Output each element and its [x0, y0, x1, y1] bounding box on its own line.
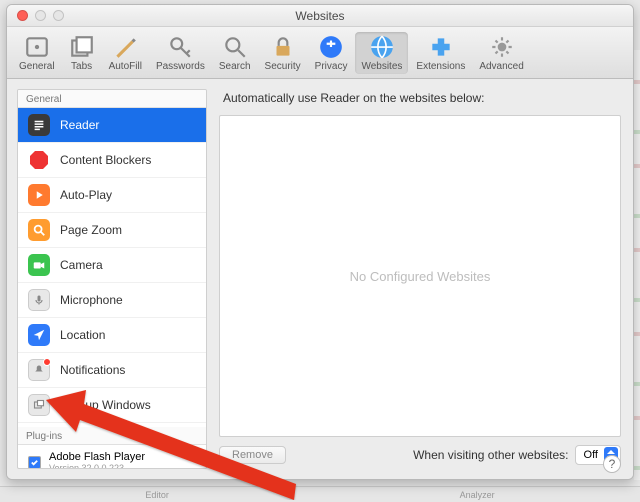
sidebar-item-label: Auto-Play: [60, 188, 112, 202]
sidebar-item-label: Page Zoom: [60, 223, 122, 237]
autofill-icon: [112, 34, 138, 60]
stop-icon: [28, 149, 50, 171]
plugin-name: Adobe Flash Player: [49, 451, 145, 463]
tab-label: Websites: [361, 61, 402, 72]
tab-label: Search: [219, 61, 251, 72]
security-icon: [270, 34, 296, 60]
tab-tabs[interactable]: Tabs: [63, 32, 101, 74]
tab-autofill[interactable]: AutoFill: [103, 32, 148, 74]
popup-icon: [28, 394, 50, 416]
camera-icon: [28, 254, 50, 276]
websites-icon: [369, 34, 395, 60]
tab-label: Security: [265, 61, 301, 72]
passwords-icon: [167, 34, 193, 60]
sidebar-item-autoplay[interactable]: Auto-Play: [18, 178, 206, 213]
main-pane: Automatically use Reader on the websites…: [217, 89, 623, 469]
reader-icon: [28, 114, 50, 136]
plugin-checkbox[interactable]: [28, 456, 41, 469]
advanced-icon: [489, 34, 515, 60]
sidebar-item-camera[interactable]: Camera: [18, 248, 206, 283]
sidebar-item-microphone[interactable]: Microphone: [18, 283, 206, 318]
tab-label: Tabs: [71, 61, 92, 72]
tab-label: AutoFill: [109, 61, 142, 72]
sidebar: General Reader Content Blockers Auto-Pla…: [17, 89, 207, 469]
tab-label: Privacy: [315, 61, 348, 72]
sidebar-item-label: Notifications: [60, 363, 125, 377]
preferences-window: Websites General Tabs AutoFill Passwords…: [6, 4, 634, 480]
search-icon: [222, 34, 248, 60]
sidebar-item-popup[interactable]: Pop-up Windows: [18, 388, 206, 423]
plugin-row-flash[interactable]: Adobe Flash Player Version 32.0.0.223: [18, 445, 206, 469]
tab-privacy[interactable]: Privacy: [309, 32, 354, 74]
plugin-version: Version 32.0.0.223: [49, 463, 145, 469]
footer-row: Remove When visiting other websites: Off: [219, 445, 621, 469]
sidebar-item-label: Camera: [60, 258, 103, 272]
remove-button[interactable]: Remove: [219, 446, 286, 464]
help-icon: ?: [609, 457, 616, 471]
tab-label: Advanced: [479, 61, 523, 72]
sidebar-item-label: Content Blockers: [60, 153, 151, 167]
background-footer: Editor Analyzer: [0, 486, 640, 502]
tab-general[interactable]: General: [13, 32, 61, 74]
sidebar-item-reader[interactable]: Reader: [18, 108, 206, 143]
tab-label: Extensions: [416, 61, 465, 72]
section-plugins-label: Plug-ins: [18, 427, 206, 445]
sidebar-item-page-zoom[interactable]: Page Zoom: [18, 213, 206, 248]
tab-label: Passwords: [156, 61, 205, 72]
bell-icon: [28, 359, 50, 381]
websites-list[interactable]: No Configured Websites: [219, 115, 621, 437]
background-decor: [634, 50, 640, 480]
bg-label-l: Editor: [145, 490, 169, 500]
main-heading: Automatically use Reader on the websites…: [219, 89, 621, 107]
sidebar-item-location[interactable]: Location: [18, 318, 206, 353]
tab-search[interactable]: Search: [213, 32, 257, 74]
tab-passwords[interactable]: Passwords: [150, 32, 211, 74]
visiting-label: When visiting other websites:: [413, 448, 568, 462]
zoom-page-icon: [28, 219, 50, 241]
tab-extensions[interactable]: Extensions: [410, 32, 471, 74]
tabs-icon: [69, 34, 95, 60]
sidebar-item-label: Pop-up Windows: [60, 398, 151, 412]
extensions-icon: [428, 34, 454, 60]
sidebar-item-label: Reader: [60, 118, 99, 132]
location-icon: [28, 324, 50, 346]
microphone-icon: [28, 289, 50, 311]
sidebar-item-content-blockers[interactable]: Content Blockers: [18, 143, 206, 178]
select-value: Off: [584, 449, 598, 461]
titlebar: Websites: [7, 5, 633, 27]
sidebar-item-label: Location: [60, 328, 105, 342]
plugin-text: Adobe Flash Player Version 32.0.0.223: [49, 451, 145, 469]
help-button[interactable]: ?: [603, 455, 621, 473]
sidebar-item-label: Microphone: [60, 293, 123, 307]
general-icon: [24, 34, 50, 60]
notification-badge: [43, 358, 51, 366]
sidebar-item-notifications[interactable]: Notifications: [18, 353, 206, 388]
tab-security[interactable]: Security: [259, 32, 307, 74]
privacy-icon: [318, 34, 344, 60]
tab-label: General: [19, 61, 55, 72]
content-area: General Reader Content Blockers Auto-Pla…: [7, 79, 633, 479]
tab-websites[interactable]: Websites: [355, 32, 408, 74]
bg-label-r: Analyzer: [460, 490, 495, 500]
empty-state-text: No Configured Websites: [350, 269, 491, 284]
tab-advanced[interactable]: Advanced: [473, 32, 529, 74]
toolbar: General Tabs AutoFill Passwords Search S…: [7, 27, 633, 79]
section-general-label: General: [18, 90, 206, 108]
play-icon: [28, 184, 50, 206]
window-title: Websites: [7, 9, 633, 23]
